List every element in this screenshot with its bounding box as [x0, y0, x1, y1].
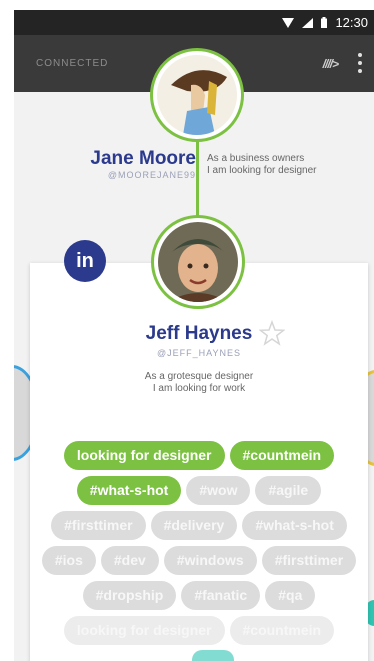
app-logo[interactable]: ////> — [323, 57, 339, 71]
tag-chip[interactable]: #countmein — [229, 441, 335, 470]
more-menu-icon[interactable] — [358, 53, 362, 73]
battery-icon — [321, 17, 328, 28]
app-screen: 12:30 CONNECTED ////> Jane Moore @MOOREJ… — [14, 10, 374, 661]
tag-chip[interactable]: #dropship — [82, 581, 177, 610]
bottom-peek-chip[interactable] — [192, 650, 234, 661]
tag-chip[interactable]: looking for designer — [63, 441, 225, 470]
status-time: 12:30 — [335, 15, 368, 30]
jeff-bio-line2: I am looking for work — [152, 383, 246, 394]
jane-avatar-image — [157, 55, 237, 135]
jeff-bio-line1: As a grotesque designer — [144, 371, 254, 382]
tag-chip[interactable]: #delivery — [150, 511, 238, 540]
tag-chip[interactable]: #dev — [100, 546, 159, 575]
jeff-avatar[interactable] — [151, 215, 245, 309]
tag-chip[interactable]: #countmein — [229, 616, 335, 645]
jane-bio: As a business owners I am looking for de… — [207, 153, 347, 177]
jane-bio-line1: As a business owners — [207, 153, 305, 164]
tag-chip[interactable]: #what-s-hot — [76, 476, 182, 505]
connection-line — [196, 128, 199, 228]
tag-chip[interactable]: #ios — [41, 546, 96, 575]
linkedin-icon[interactable]: in — [64, 240, 106, 282]
tag-chip[interactable]: #windows — [163, 546, 257, 575]
tag-chip[interactable]: #qa — [265, 581, 316, 610]
tag-chip[interactable]: #what-s-hot — [242, 511, 347, 540]
jeff-avatar-image — [158, 222, 238, 302]
jeff-handle: @JEFF_HAYNES — [157, 348, 241, 358]
status-icons: 12:30 — [282, 15, 368, 30]
jane-handle: @MOOREJANE99 — [107, 170, 196, 180]
jane-name[interactable]: Jane Moore — [64, 148, 196, 170]
tag-chip[interactable]: #wow — [186, 476, 251, 505]
wifi-icon — [282, 17, 295, 28]
signal-icon — [302, 17, 314, 28]
app-bar-title: CONNECTED — [36, 58, 109, 69]
tag-chip[interactable]: #firsttimer — [51, 511, 146, 540]
tag-chip[interactable]: looking for designer — [63, 616, 225, 645]
jane-bio-line2: I am looking for designer — [207, 165, 317, 176]
tag-chip[interactable]: #fanatic — [181, 581, 261, 610]
profile-card[interactable]: Jeff Haynes @JEFF_HAYNES As a grotesque … — [30, 263, 368, 661]
jeff-name[interactable]: Jeff Haynes — [30, 323, 368, 345]
jeff-bio: As a grotesque designer I am looking for… — [30, 371, 368, 395]
status-bar: 12:30 — [14, 10, 374, 35]
tag-chip[interactable]: #agile — [255, 476, 322, 505]
jane-avatar[interactable] — [150, 48, 244, 142]
tag-chip[interactable]: #firsttimer — [261, 546, 357, 575]
tag-list: looking for designer #countmein #what-s-… — [38, 441, 360, 645]
star-icon[interactable] — [259, 320, 285, 346]
